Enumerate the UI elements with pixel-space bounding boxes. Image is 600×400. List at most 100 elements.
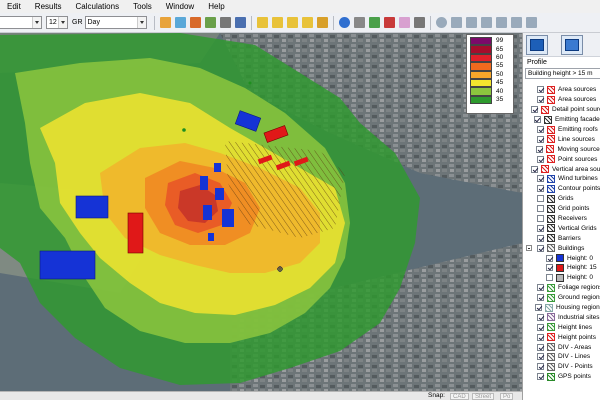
layer-checkbox[interactable] <box>537 294 544 302</box>
layer-row[interactable]: Vertical Grids <box>523 223 600 233</box>
building-blue[interactable] <box>200 176 208 190</box>
layer-row[interactable]: Emitting facades <box>523 115 600 125</box>
layer-row[interactable]: DIV - Points <box>523 362 600 372</box>
layer-checkbox[interactable] <box>537 353 544 361</box>
pan-icon[interactable] <box>495 17 507 28</box>
layer-row[interactable]: Housing regions <box>523 303 600 313</box>
map-view[interactable]: 99 65 60 55 50 45 40 35 <box>0 33 522 391</box>
layer-checkbox[interactable] <box>531 165 538 173</box>
layer-checkbox[interactable] <box>536 145 544 153</box>
info-icon[interactable] <box>338 17 350 28</box>
layer-row[interactable]: Height points <box>523 332 600 342</box>
building-blue[interactable] <box>214 163 221 172</box>
po-toggle[interactable]: Po <box>500 393 514 400</box>
layer-icon[interactable] <box>189 17 201 28</box>
font-size-select[interactable]: 12 <box>46 16 68 29</box>
layer-row[interactable]: Buildings <box>523 243 600 253</box>
layer-checkbox[interactable] <box>537 244 544 252</box>
layer-checkbox[interactable] <box>546 264 553 272</box>
folder-icon[interactable] <box>256 17 268 28</box>
point-source-marker[interactable] <box>182 128 186 132</box>
layer-checkbox[interactable] <box>537 333 544 341</box>
layer-checkbox[interactable] <box>537 363 544 371</box>
layer-row[interactable]: Industrial sites <box>523 312 600 322</box>
zoom-in-icon[interactable] <box>465 17 477 28</box>
layer-checkbox[interactable] <box>537 313 544 321</box>
layer-checkbox[interactable] <box>537 373 544 381</box>
view-map-button[interactable] <box>526 35 548 55</box>
layer-checkbox[interactable] <box>546 274 553 282</box>
layer-row[interactable]: Area sources <box>523 95 600 105</box>
layer-row[interactable]: Barriers <box>523 233 600 243</box>
view-layers-button[interactable] <box>561 35 583 55</box>
layer-checkbox[interactable] <box>537 135 544 143</box>
menu-edit[interactable]: Edit <box>0 0 28 13</box>
building-blue[interactable] <box>215 188 224 200</box>
cad-toggle[interactable]: CAD <box>450 393 469 400</box>
layer-checkbox[interactable] <box>537 284 544 292</box>
layer-checkbox[interactable] <box>537 155 544 163</box>
building-blue[interactable] <box>203 205 212 220</box>
noise-map[interactable] <box>0 33 522 391</box>
layer-checkbox[interactable] <box>537 175 544 183</box>
menu-tools[interactable]: Tools <box>126 0 159 13</box>
stop-icon[interactable] <box>383 17 395 28</box>
export-icon[interactable] <box>234 17 246 28</box>
zoom-icon[interactable] <box>435 17 447 28</box>
save-folder-icon[interactable] <box>286 17 298 28</box>
layer-row[interactable]: DIV - Areas <box>523 342 600 352</box>
layer-row[interactable]: Grids <box>523 194 600 204</box>
open-folder-icon[interactable] <box>271 17 283 28</box>
layer-row[interactable]: Ground regions <box>523 293 600 303</box>
layer-checkbox[interactable] <box>537 323 544 331</box>
menu-window[interactable]: Window <box>159 0 201 13</box>
layer-checkbox[interactable] <box>533 116 541 124</box>
zoom-out-icon[interactable] <box>480 17 492 28</box>
menu-results[interactable]: Results <box>28 0 69 13</box>
layer-row[interactable]: Area sources <box>523 85 600 95</box>
table-icon[interactable] <box>353 17 365 28</box>
select-icon[interactable] <box>525 17 537 28</box>
layer-checkbox[interactable] <box>537 205 544 213</box>
layer-row[interactable]: Line sources <box>523 134 600 144</box>
street-toggle[interactable]: Street <box>472 393 495 400</box>
layer-row[interactable]: GPS points <box>523 372 600 382</box>
layer-row[interactable]: Detail point sources <box>523 105 600 115</box>
profile-select[interactable]: Building height > 15 m <box>525 68 600 79</box>
calc-icon[interactable] <box>174 17 186 28</box>
layer-row[interactable]: DIV - Lines <box>523 352 600 362</box>
font-family-select[interactable] <box>0 16 42 29</box>
layer-row[interactable]: Moving sources <box>523 144 600 154</box>
layer-row[interactable]: Grid points <box>523 204 600 214</box>
building-red[interactable] <box>127 212 144 254</box>
layer-checkbox[interactable] <box>537 86 544 94</box>
layer-row[interactable]: Emitting roofs <box>523 125 600 135</box>
archive-icon[interactable] <box>316 17 328 28</box>
layer-row[interactable]: Contour points <box>523 184 600 194</box>
layer-row[interactable]: Vertical area sources <box>523 164 600 174</box>
check-icon[interactable] <box>368 17 380 28</box>
layer-checkbox[interactable] <box>537 224 544 232</box>
layer-checkbox[interactable] <box>537 195 544 203</box>
layer-checkbox[interactable] <box>546 254 553 262</box>
refresh-icon[interactable] <box>510 17 522 28</box>
building-blue[interactable] <box>208 233 214 241</box>
layer-row[interactable]: Receivers <box>523 214 600 224</box>
settings-icon[interactable] <box>413 17 425 28</box>
layer-checkbox[interactable] <box>537 96 544 104</box>
layer-row[interactable]: Height: 15 <box>523 263 600 273</box>
map-icon[interactable] <box>204 17 216 28</box>
layer-row[interactable]: Height: 0 <box>523 273 600 283</box>
layer-row[interactable]: Point sources <box>523 154 600 164</box>
print-icon[interactable] <box>219 17 231 28</box>
layer-checkbox[interactable] <box>531 106 538 114</box>
layer-checkbox[interactable] <box>537 185 544 193</box>
building-blue[interactable] <box>75 195 109 219</box>
layer-checkbox[interactable] <box>537 126 544 133</box>
point-source-marker[interactable] <box>248 81 252 85</box>
period-select[interactable]: Day <box>84 16 147 29</box>
layer-row[interactable]: Foliage regions <box>523 283 600 293</box>
building-blue[interactable] <box>39 250 96 280</box>
collapse-icon[interactable] <box>526 245 532 252</box>
layer-row[interactable]: Height lines <box>523 322 600 332</box>
